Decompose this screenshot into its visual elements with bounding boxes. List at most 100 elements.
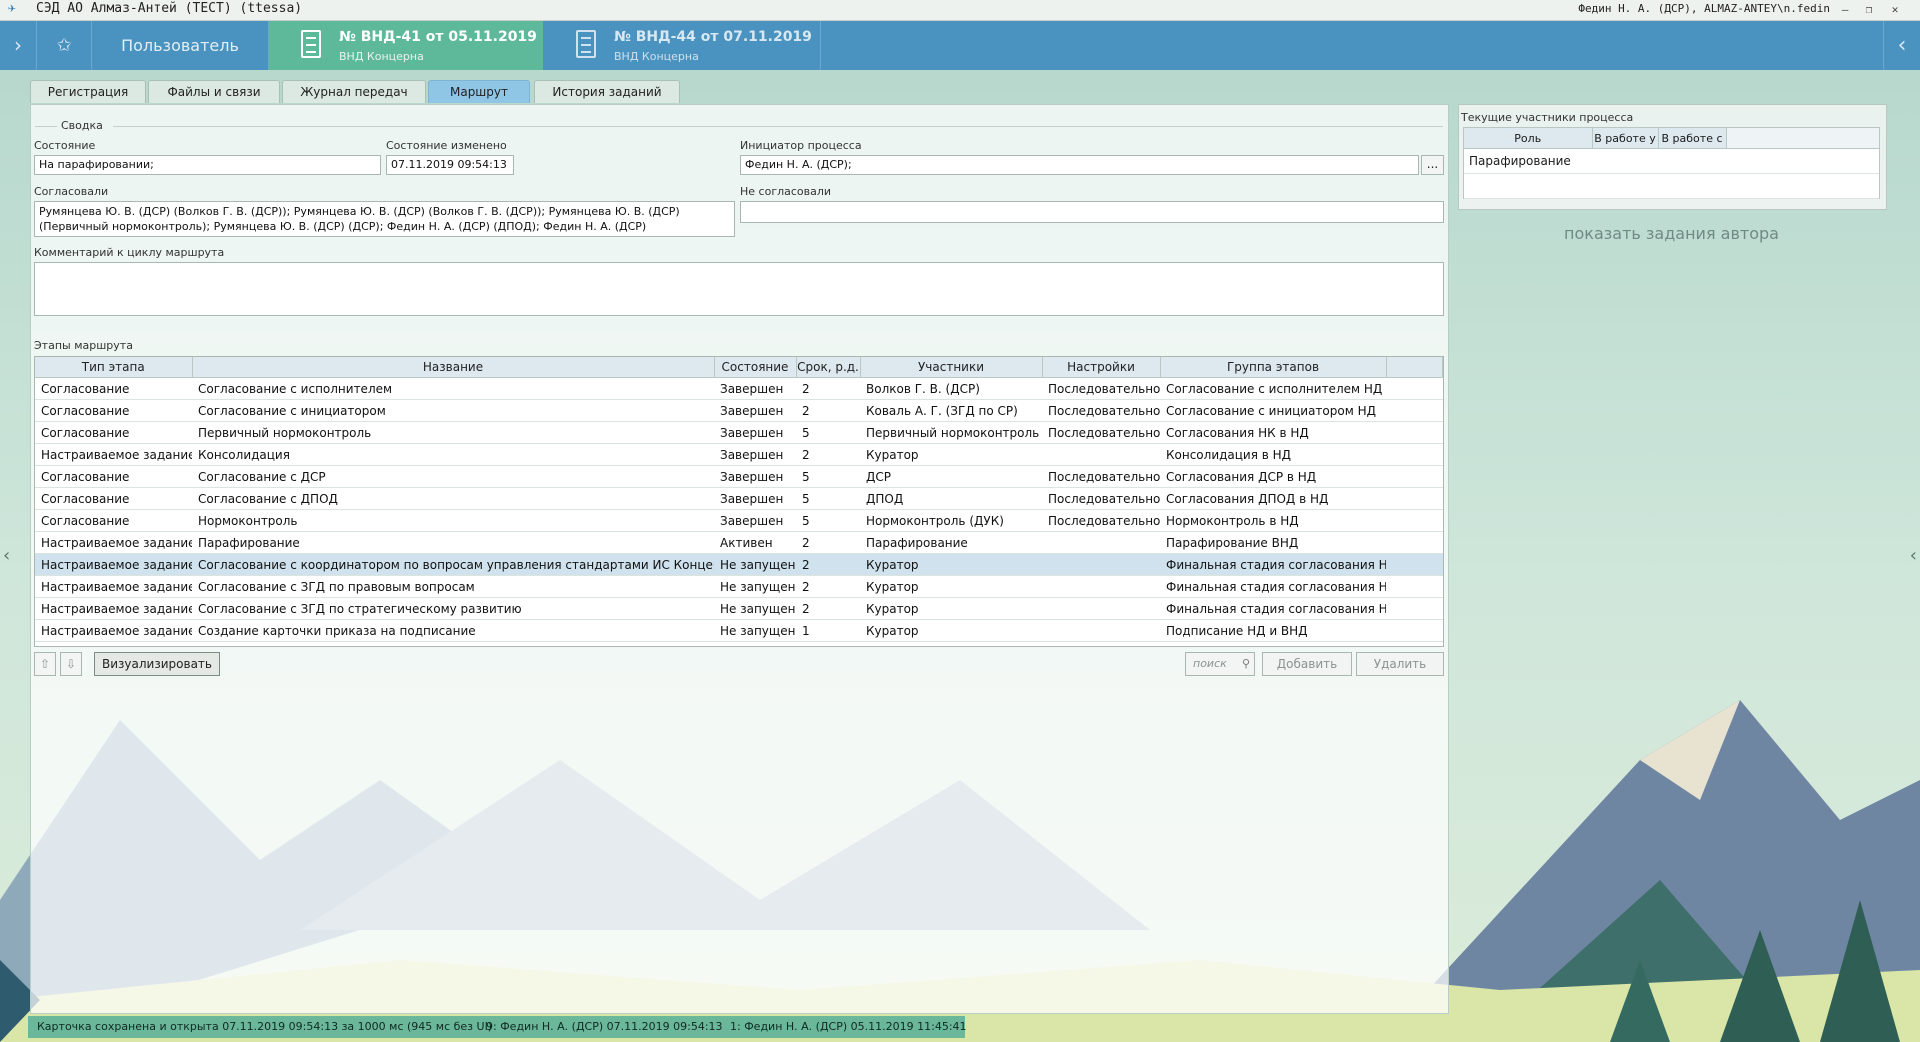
close-icon[interactable]: ✕ <box>1884 0 1906 20</box>
cell-state: Завершен <box>714 421 796 444</box>
window-titlebar: ✈ СЭД АО Алмаз-Антей (ТЕСТ) (ttessa) Фед… <box>0 0 1920 21</box>
table-row[interactable]: Согласование Согласование с ДСР Завершен 5 Д… <box>35 465 1443 488</box>
column-header-state[interactable]: Состояние <box>714 357 797 378</box>
show-author-tasks-link[interactable]: показать задания автора <box>1458 224 1885 243</box>
cell-filler <box>1386 443 1443 466</box>
cell-term: 5 <box>796 487 860 510</box>
state-field[interactable]: На парафировании; <box>34 155 381 175</box>
cell-stage-group: Финальная стадия согласования НД <box>1160 575 1386 598</box>
restore-icon[interactable]: ❐ <box>1858 0 1880 20</box>
status-bar: Карточка сохранена и открыта 07.11.2019 … <box>28 1016 967 1038</box>
cell-participants: Куратор <box>860 553 1042 576</box>
column-header-name[interactable]: Название <box>192 357 715 378</box>
table-row[interactable]: Настраиваемое задание Консолидация Заверше… <box>35 443 1443 466</box>
cell-state: Не запущен <box>714 619 796 642</box>
cell-filler <box>1386 553 1443 576</box>
column-header-in-work-by[interactable]: В работе у <box>1592 128 1659 149</box>
fieldset-border <box>113 126 1443 127</box>
table-row[interactable]: Настраиваемое задание Согласование с коор… <box>35 553 1443 576</box>
expand-sidebar-icon[interactable]: › <box>0 21 37 70</box>
cell-name: Консолидация <box>192 443 714 466</box>
participant-row[interactable]: Парафирование <box>1464 148 1879 174</box>
state-changed-field[interactable]: 07.11.2019 09:54:13 <box>386 155 514 175</box>
user-workplace-button[interactable]: Пользователь <box>92 21 269 70</box>
cell-stage-group: Парафирование ВНД <box>1160 531 1386 554</box>
cell-name: Создание карточки приказа на подписание <box>192 619 714 642</box>
status-saved-text: Карточка сохранена и открыта 07.11.2019 … <box>37 1020 493 1033</box>
cell-settings: Последовательно <box>1042 377 1160 400</box>
minimize-icon[interactable]: – <box>1834 0 1856 20</box>
approved-label: Согласовали <box>34 185 109 198</box>
comment-field[interactable] <box>34 262 1444 316</box>
not-approved-field[interactable] <box>740 201 1444 223</box>
doc-tab-subtitle: ВНД Концерна <box>614 50 699 63</box>
cell-filler <box>1386 465 1443 488</box>
approved-field[interactable]: Румянцева Ю. В. (ДСР) (Волков Г. В. (ДСР… <box>34 201 735 237</box>
cell-participants: Куратор <box>860 597 1042 620</box>
stages-label: Этапы маршрута <box>34 339 133 352</box>
cell-state: Не запущен <box>714 553 796 576</box>
participant-role: Парафирование <box>1464 148 1592 174</box>
left-edge-arrow-icon[interactable]: ‹ <box>3 545 10 566</box>
tab-files-links[interactable]: Файлы и связи <box>148 80 280 103</box>
tab-task-history[interactable]: История заданий <box>534 80 680 103</box>
table-row[interactable]: Согласование Согласование с исполнителем З… <box>35 377 1443 400</box>
column-header-settings[interactable]: Настройки <box>1042 357 1161 378</box>
table-row[interactable]: Настраиваемое задание Создание карточки п… <box>35 619 1443 642</box>
tab-registration[interactable]: Регистрация <box>30 80 146 103</box>
table-row[interactable]: Согласование Первичный нормоконтроль Завер… <box>35 421 1443 444</box>
collapse-panel-icon[interactable]: ‹ <box>1883 21 1920 70</box>
cell-stage-type: Согласование <box>35 377 192 400</box>
cell-name: Согласование с ЗГД по стратегическому ра… <box>192 597 714 620</box>
participant-in-work-by <box>1592 148 1658 174</box>
cell-settings: Последовательно <box>1042 399 1160 422</box>
participants-grid: Роль В работе у В работе с Парафирование <box>1463 127 1880 199</box>
add-stage-button[interactable]: Добавить <box>1262 652 1352 676</box>
column-header-stage-group[interactable]: Группа этапов <box>1160 357 1387 378</box>
initiator-picker-button[interactable]: ... <box>1421 155 1444 175</box>
move-down-icon[interactable]: ⇩ <box>60 652 82 676</box>
favorites-icon[interactable]: ✩ <box>37 21 92 70</box>
table-row[interactable]: Настраиваемое задание Согласование с ЗГД … <box>35 575 1443 598</box>
delete-stage-button[interactable]: Удалить <box>1356 652 1444 676</box>
column-header-participants[interactable]: Участники <box>860 357 1043 378</box>
table-row[interactable]: Согласование Согласование с инициатором За… <box>35 399 1443 422</box>
move-up-icon[interactable]: ⇧ <box>34 652 56 676</box>
column-header-term[interactable]: Срок, р.д. <box>796 357 861 378</box>
cell-state: Завершен <box>714 509 796 532</box>
table-row[interactable]: Согласование Нормоконтроль Завершен 5 Нормок… <box>35 509 1443 532</box>
cell-stage-type: Настраиваемое задание <box>35 553 192 576</box>
doc-tab-vnd-44[interactable]: № ВНД-44 от 07.11.2019 ВНД Концерна <box>544 21 821 70</box>
column-header-in-work-since[interactable]: В работе с <box>1658 128 1727 149</box>
table-row[interactable]: Согласование Согласование с ДПОД Завершен 5… <box>35 487 1443 510</box>
search-input[interactable]: поиск ⚲ <box>1185 652 1255 676</box>
cell-filler <box>1386 531 1443 554</box>
cell-state: Завершен <box>714 377 796 400</box>
cell-stage-group: Согласования ДСР в НД <box>1160 465 1386 488</box>
cell-filler <box>1386 575 1443 598</box>
initiator-field[interactable]: Федин Н. А. (ДСР); <box>740 155 1419 175</box>
doc-tab-title: № ВНД-41 от 05.11.2019 <box>339 29 537 45</box>
cell-term: 2 <box>796 443 860 466</box>
column-header-role[interactable]: Роль <box>1464 128 1593 149</box>
cell-stage-type: Настраиваемое задание <box>35 531 192 554</box>
cell-filler <box>1386 509 1443 532</box>
tab-route[interactable]: Маршрут <box>428 80 530 103</box>
cell-participants: Куратор <box>860 619 1042 642</box>
cell-participants: Парафирование <box>860 531 1042 554</box>
right-edge-arrow-icon[interactable]: ‹ <box>1910 545 1917 566</box>
table-row[interactable]: Настраиваемое задание Парафирование Активе… <box>35 531 1443 554</box>
summary-legend: Сводка <box>61 119 103 132</box>
cell-participants: Волков Г. В. (ДСР) <box>860 377 1042 400</box>
doc-tab-vnd-41[interactable]: № ВНД-41 от 05.11.2019 ВНД Концерна <box>269 21 543 70</box>
table-row[interactable]: Настраиваемое задание Согласование с ЗГД … <box>35 597 1443 620</box>
cell-term: 1 <box>796 619 860 642</box>
cell-stage-type: Согласование <box>35 399 192 422</box>
visualize-button[interactable]: Визуализировать <box>94 652 220 676</box>
cell-filler <box>1386 377 1443 400</box>
column-header-filler <box>1726 128 1879 149</box>
cell-filler <box>1386 487 1443 510</box>
tab-transfer-log[interactable]: Журнал передач <box>282 80 426 103</box>
doc-tab-title: № ВНД-44 от 07.11.2019 <box>614 29 812 45</box>
column-header-stage-type[interactable]: Тип этапа <box>35 357 193 378</box>
